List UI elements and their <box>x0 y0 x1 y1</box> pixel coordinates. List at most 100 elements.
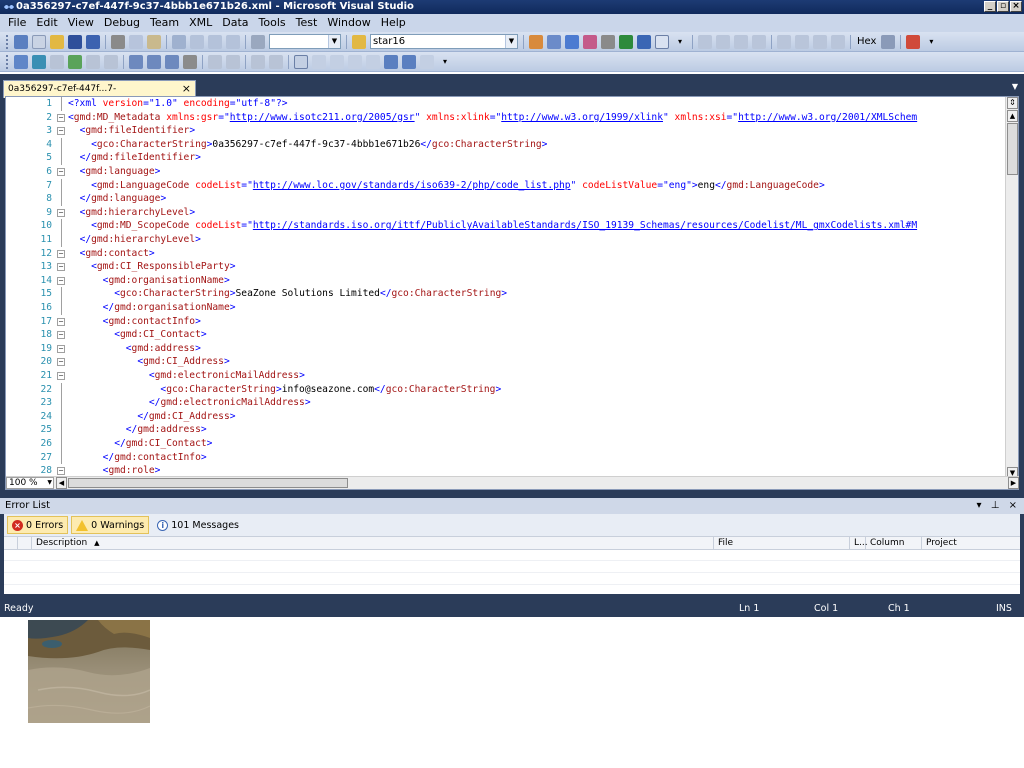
close-button[interactable]: × <box>1010 1 1022 12</box>
code-line[interactable]: 24 </gmd:CI_Address> <box>6 409 1006 424</box>
code-line[interactable]: 14− <gmd:organisationName> <box>6 274 1006 288</box>
column-header-line[interactable]: L... <box>850 537 868 550</box>
menu-edit[interactable]: Edit <box>31 14 62 32</box>
panel-controls[interactable]: ▾ ⊥ × <box>977 498 1020 514</box>
restart-icon[interactable] <box>752 34 766 49</box>
collapse-icon[interactable]: − <box>57 467 65 476</box>
chevron-down-icon[interactable]: ▼ <box>47 478 52 488</box>
collapse-icon[interactable]: − <box>57 331 65 340</box>
menu-window[interactable]: Window <box>322 14 375 32</box>
menu-help[interactable]: Help <box>376 14 411 32</box>
step-out-icon[interactable] <box>831 34 845 49</box>
code-line[interactable]: 11 </gmd:hierarchyLevel> <box>6 233 1006 247</box>
break-all-icon[interactable] <box>716 34 730 49</box>
menu-debug[interactable]: Debug <box>99 14 145 32</box>
format-document-icon[interactable] <box>104 54 118 69</box>
properties-icon[interactable] <box>547 34 561 49</box>
xslt-icon[interactable] <box>14 54 28 69</box>
toolbar-grip[interactable] <box>6 54 9 69</box>
toolbox-icon[interactable] <box>583 34 597 49</box>
collapse-icon[interactable]: − <box>57 263 65 272</box>
collapse-icon[interactable]: − <box>57 168 65 176</box>
extension-manager-icon[interactable] <box>619 34 633 49</box>
continue-icon[interactable] <box>698 34 712 49</box>
solution-configuration-combo[interactable]: ▼ <box>269 34 341 49</box>
code-line[interactable]: 25 </gmd:address> <box>6 423 1006 437</box>
show-next-statement-icon[interactable] <box>777 34 791 49</box>
menu-team[interactable]: Team <box>145 14 184 32</box>
previous-bookmark-icon[interactable] <box>312 54 326 69</box>
minimize-button[interactable]: _ <box>984 1 996 12</box>
code-line[interactable]: 8 </gmd:language> <box>6 192 1006 206</box>
warnings-filter-button[interactable]: 0 Warnings <box>71 516 150 534</box>
vertical-scroll-thumb[interactable] <box>1007 123 1018 175</box>
start-page-icon[interactable] <box>637 34 651 49</box>
collapse-icon[interactable]: − <box>57 344 65 353</box>
undo-icon[interactable] <box>172 34 186 49</box>
column-header-file[interactable]: File <box>714 537 850 550</box>
toolbar-options-icon[interactable]: ▾ <box>673 35 687 49</box>
comment-selection-icon[interactable] <box>251 54 265 69</box>
open-folder-icon[interactable] <box>50 34 64 49</box>
redo-icon[interactable] <box>190 34 204 49</box>
code-line[interactable]: 3− <gmd:fileIdentifier> <box>6 124 1006 138</box>
code-line[interactable]: 23 </gmd:electronicMailAddress> <box>6 396 1006 410</box>
code-line[interactable]: 9− <gmd:hierarchyLevel> <box>6 206 1006 220</box>
collapse-icon[interactable]: − <box>57 249 65 258</box>
save-icon[interactable] <box>68 34 82 49</box>
new-project-icon[interactable] <box>14 34 28 49</box>
code-line[interactable]: 5 </gmd:fileIdentifier> <box>6 151 1006 165</box>
collapse-icon[interactable]: − <box>57 127 65 136</box>
find-in-files-icon[interactable] <box>352 34 366 49</box>
save-all-icon[interactable] <box>86 34 100 49</box>
navigate-backward-icon[interactable] <box>208 34 222 49</box>
solution-explorer-icon[interactable] <box>529 34 543 49</box>
step-into-icon[interactable] <box>795 34 809 49</box>
code-line[interactable]: 16 </gmd:organisationName> <box>6 301 1006 315</box>
tab-dropdown-icon[interactable]: ▼ <box>1012 82 1018 91</box>
column-header-column[interactable]: Column <box>866 537 922 550</box>
code-line[interactable]: 4 <gco:CharacterString>0a356297-c7ef-447… <box>6 137 1006 152</box>
vertical-scrollbar[interactable]: ⇕ ▲ ▼ <box>1005 97 1018 479</box>
menu-file[interactable]: File <box>3 14 31 32</box>
code-line[interactable]: 21− <gmd:electronicMailAddress> <box>6 369 1006 383</box>
previous-bookmark-in-document-icon[interactable] <box>384 54 398 69</box>
chevron-down-icon[interactable]: ▾ <box>438 55 452 69</box>
chevron-down-icon[interactable]: ▾ <box>924 35 938 49</box>
tools-icon[interactable] <box>601 34 615 49</box>
next-bookmark-in-document-icon[interactable] <box>402 54 416 69</box>
next-bookmark-in-folder-icon[interactable] <box>366 54 380 69</box>
parameter-info-icon[interactable] <box>147 54 161 69</box>
code-lines[interactable]: 1 <?xml version="1.0" encoding="utf-8"?> 2… <box>6 97 1006 479</box>
column-header-project[interactable]: Project <box>922 537 1020 550</box>
restore-button[interactable]: ▫ <box>997 1 1009 12</box>
code-line[interactable]: 6− <gmd:language> <box>6 165 1006 179</box>
scroll-up-icon[interactable]: ▲ <box>1007 110 1018 122</box>
menu-tools[interactable]: Tools <box>254 14 291 32</box>
navigate-forward-icon[interactable] <box>226 34 240 49</box>
code-line[interactable]: 19− <gmd:address> <box>6 342 1006 356</box>
paste-icon[interactable] <box>147 34 161 49</box>
code-line[interactable]: 26 </gmd:CI_Contact> <box>6 437 1006 451</box>
add-item-icon[interactable] <box>32 34 46 49</box>
code-line[interactable]: 22 <gco:CharacterString>info@seazone.com… <box>6 382 1006 397</box>
quick-info-icon[interactable] <box>165 54 179 69</box>
code-line[interactable]: 17− <gmd:contactInfo> <box>6 315 1006 329</box>
object-browser-icon[interactable] <box>565 34 579 49</box>
menu-test[interactable]: Test <box>291 14 323 32</box>
code-line[interactable]: 15 <gco:CharacterString>SeaZone Solution… <box>6 287 1006 301</box>
menu-xml[interactable]: XML <box>184 14 217 32</box>
next-bookmark-icon[interactable] <box>330 54 344 69</box>
column-header-description[interactable]: Description ▲ <box>32 537 714 550</box>
menu-data[interactable]: Data <box>217 14 253 32</box>
scroll-right-icon[interactable]: ▶ <box>1008 477 1019 489</box>
code-line[interactable]: 10 <gmd:MD_ScopeCode codeList="http://st… <box>6 219 1006 233</box>
column-header-order[interactable] <box>18 537 32 550</box>
code-line[interactable]: 12− <gmd:contact> <box>6 247 1006 261</box>
validate-icon[interactable] <box>86 54 100 69</box>
window-layout-icon[interactable] <box>655 34 669 49</box>
increase-indent-icon[interactable] <box>226 54 240 69</box>
breakpoint-icon[interactable] <box>881 34 896 49</box>
step-over-icon[interactable] <box>813 34 827 49</box>
xml-schema-icon[interactable] <box>32 54 46 69</box>
